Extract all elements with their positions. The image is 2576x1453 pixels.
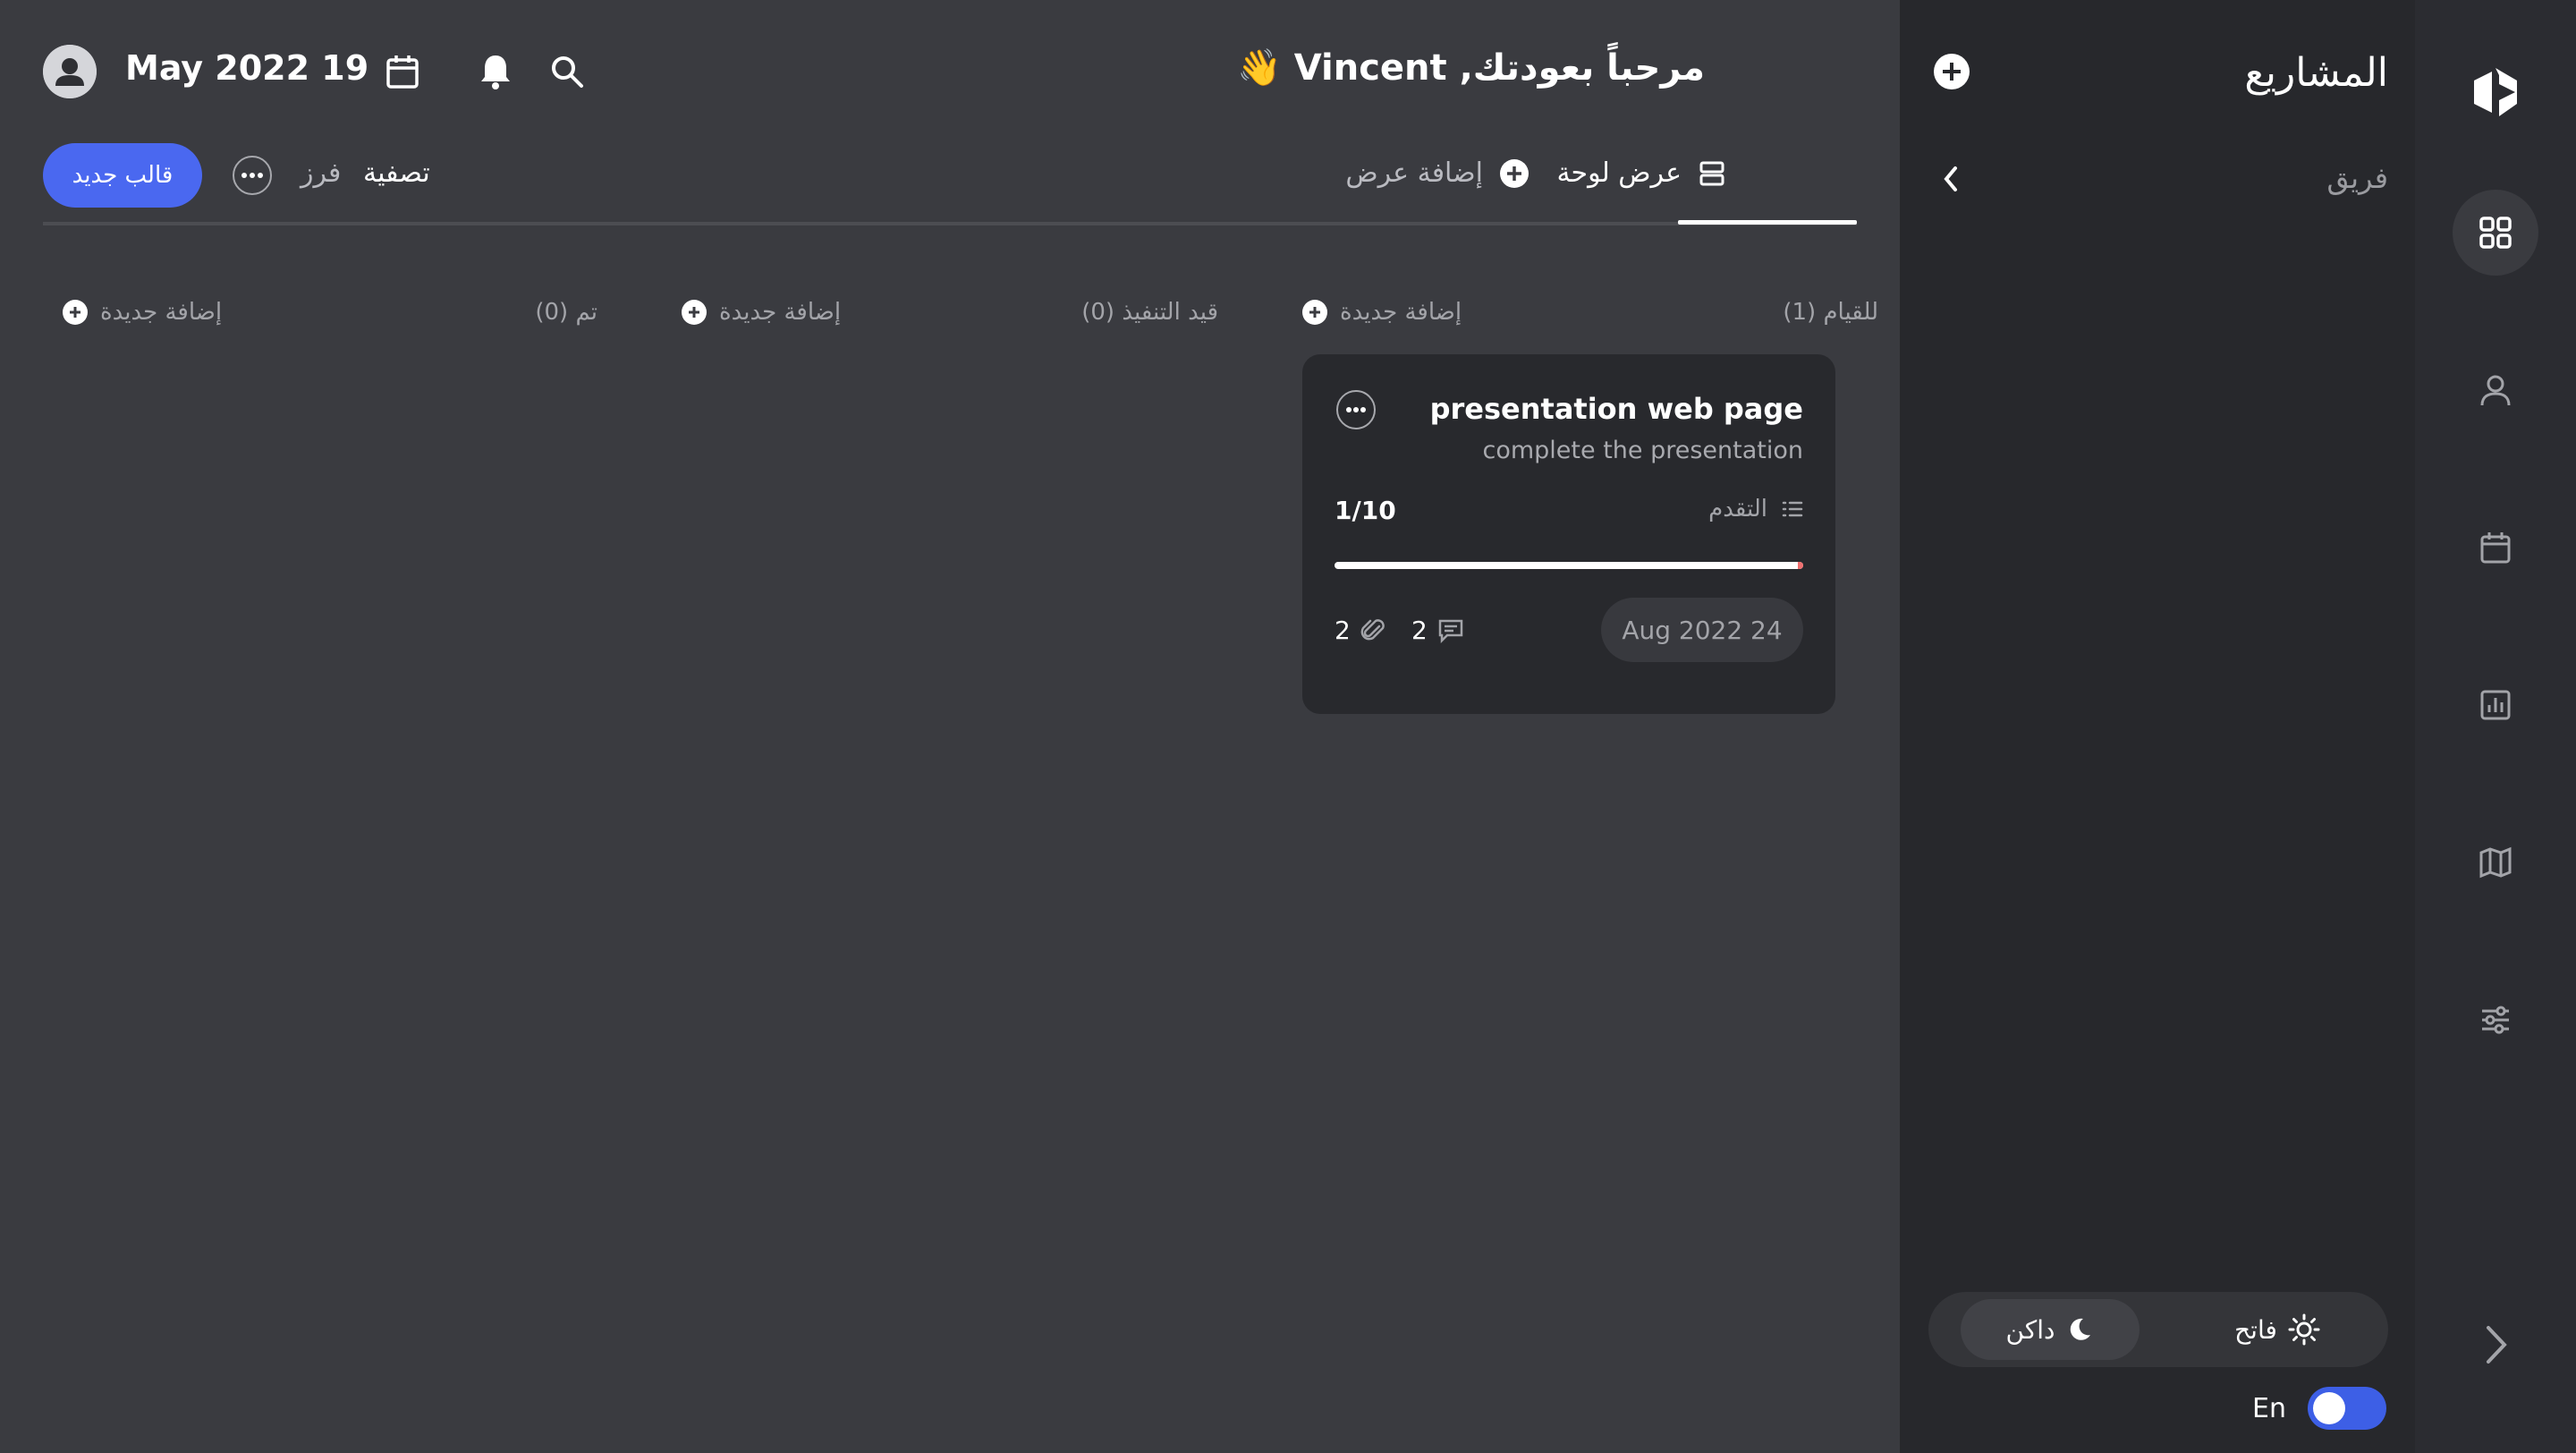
bell-icon[interactable] — [476, 52, 515, 91]
chart-icon — [2478, 687, 2513, 723]
paperclip-icon — [1360, 617, 1386, 644]
progress-label-group: التقدم — [1708, 496, 1803, 523]
icon-rail — [2415, 0, 2576, 1453]
team-label[interactable]: فريق — [2326, 161, 2388, 195]
comment-icon — [1436, 617, 1465, 644]
sliders-icon — [2478, 1002, 2513, 1038]
theme-switch: داكن فاتح — [1928, 1292, 2388, 1367]
tab-board-view[interactable]: عرض لوحة — [1556, 157, 1726, 189]
nav-calendar[interactable] — [2453, 505, 2538, 591]
board-view-label: عرض لوحة — [1556, 157, 1682, 189]
dark-theme-label: داكن — [2005, 1314, 2055, 1345]
card-more-button[interactable] — [1336, 390, 1376, 429]
task-description: complete the presentation — [1482, 437, 1804, 464]
plus-circle-icon — [1499, 158, 1530, 189]
moon-icon — [2065, 1315, 2094, 1344]
nav-map[interactable] — [2453, 820, 2538, 905]
theme-light-option[interactable]: فاتح — [2188, 1299, 2367, 1360]
search-icon[interactable] — [547, 52, 587, 91]
grid-icon — [2478, 215, 2513, 251]
toggle-knob — [2312, 1392, 2345, 1424]
current-date: May 2022 19 — [125, 48, 369, 88]
language-switch: En — [2252, 1387, 2386, 1430]
welcome-message: مرحباً بعودتك, Vincent 👋 — [1237, 47, 1705, 89]
comments-count: 2 — [1411, 616, 1465, 645]
add-task-todo[interactable]: إضافة جديدة — [1302, 299, 1462, 326]
avatar[interactable] — [43, 45, 97, 98]
language-toggle[interactable] — [2307, 1387, 2386, 1430]
more-dots-icon — [1346, 407, 1366, 412]
attachments-count: 2 — [1335, 616, 1386, 645]
app-logo-icon — [2472, 66, 2519, 118]
user-avatar-icon — [43, 45, 97, 98]
plus-icon — [682, 300, 707, 325]
nav-reports[interactable] — [2453, 662, 2538, 748]
calendar-icon[interactable] — [383, 52, 422, 91]
due-date-badge: Aug 2022 24 — [1601, 598, 1803, 662]
column-title-in-progress: قيد التنفيذ (0) — [1081, 299, 1218, 326]
add-view-label: إضافة عرض — [1345, 157, 1483, 189]
task-title: presentation web page — [1429, 392, 1803, 426]
column-title-todo: للقيام (1) — [1783, 299, 1878, 326]
chevron-right-icon[interactable] — [2478, 1322, 2513, 1367]
progress-label: التقدم — [1708, 496, 1767, 523]
theme-dark-option[interactable]: داكن — [1961, 1299, 2140, 1360]
calendar-icon — [2478, 530, 2513, 565]
add-task-done[interactable]: إضافة جديدة — [63, 299, 222, 326]
add-task-in-progress[interactable]: إضافة جديدة — [682, 299, 841, 326]
nav-settings[interactable] — [2453, 977, 2538, 1063]
map-icon — [2478, 845, 2513, 880]
plus-icon — [63, 300, 88, 325]
task-card[interactable]: presentation web page complete the prese… — [1302, 354, 1835, 714]
language-label: En — [2252, 1392, 2286, 1424]
projects-sidebar: المشاريع فريق داكن فاتح En — [1900, 0, 2415, 1453]
more-options-button[interactable] — [233, 156, 272, 195]
progress-count: 1/10 — [1335, 496, 1396, 525]
sort-button[interactable]: فرز — [301, 157, 341, 189]
more-dots-icon — [242, 173, 263, 178]
new-template-button[interactable]: قالب جديد — [43, 143, 202, 208]
nav-users[interactable] — [2453, 347, 2538, 433]
user-icon — [2478, 372, 2513, 408]
progress-bar — [1335, 562, 1803, 569]
attachments-value: 2 — [1335, 616, 1351, 645]
add-task-label: إضافة جديدة — [719, 299, 842, 326]
progress-bar-fill — [1798, 562, 1803, 569]
comments-value: 2 — [1411, 616, 1428, 645]
tab-divider — [43, 222, 1857, 225]
active-tab-indicator — [1678, 220, 1857, 225]
column-title-done: تم (0) — [535, 299, 597, 326]
nav-dashboard[interactable] — [2453, 190, 2538, 276]
plus-icon — [1302, 300, 1327, 325]
chevron-left-icon[interactable] — [1939, 163, 1962, 195]
sidebar-title: المشاريع — [2244, 50, 2388, 96]
add-project-icon[interactable] — [1932, 52, 1971, 91]
sun-icon — [2288, 1313, 2320, 1346]
add-task-label: إضافة جديدة — [1340, 299, 1462, 326]
board-view-icon — [1698, 159, 1726, 188]
add-task-label: إضافة جديدة — [100, 299, 223, 326]
tab-add-view[interactable]: إضافة عرض — [1345, 157, 1530, 189]
filter-button[interactable]: تصفية — [363, 157, 430, 189]
light-theme-label: فاتح — [2234, 1314, 2277, 1345]
list-icon — [1782, 499, 1803, 519]
